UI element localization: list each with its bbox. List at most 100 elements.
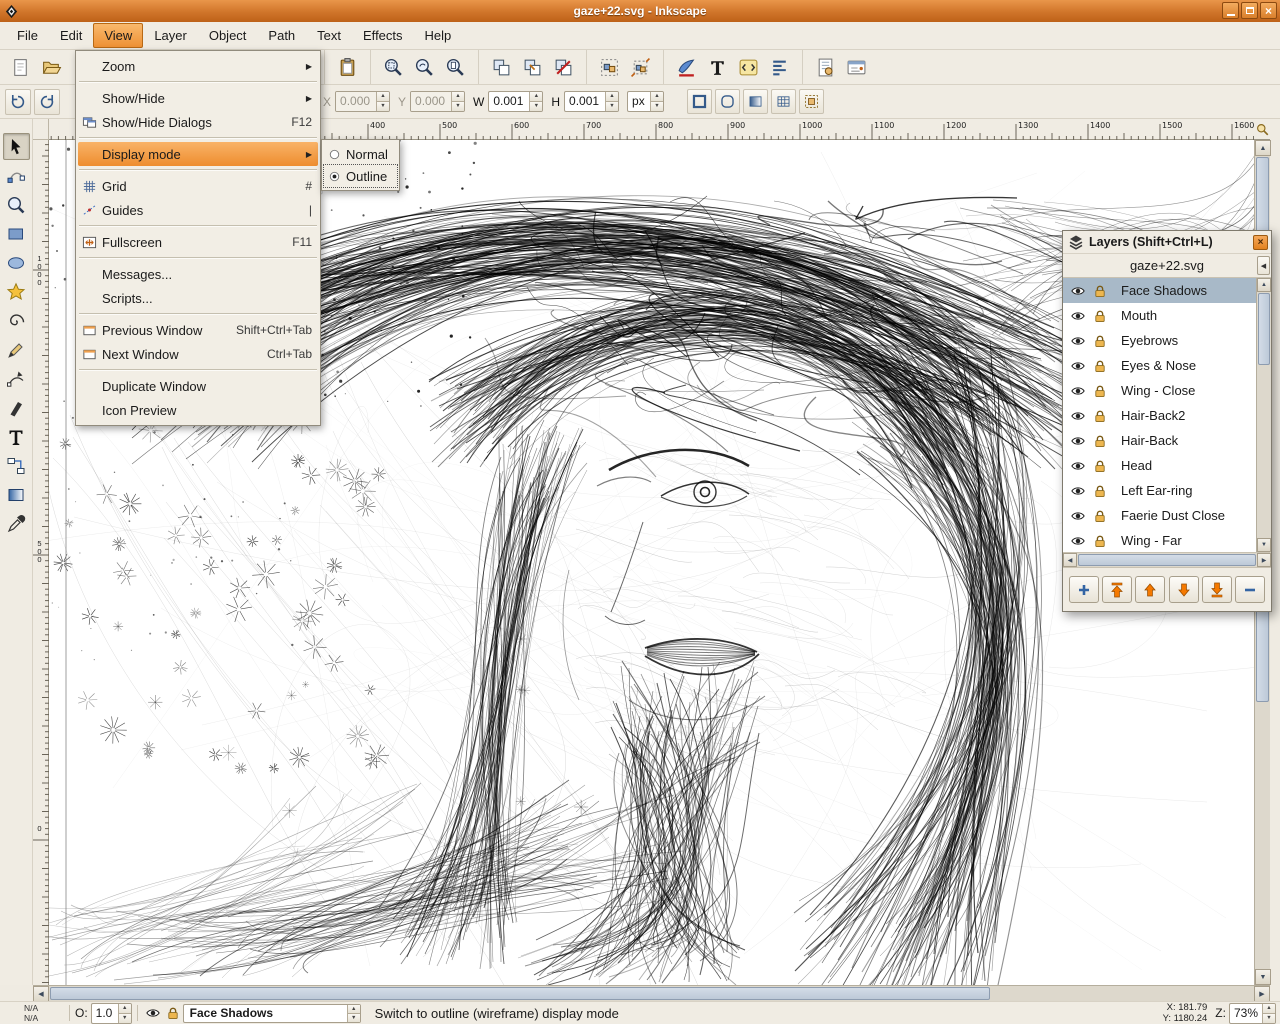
layer-selector[interactable]: Face Shadows ▲▼: [183, 1004, 361, 1023]
menubar-item-text[interactable]: Text: [306, 23, 352, 48]
maximize-button[interactable]: [1241, 2, 1258, 19]
layers-document-selector[interactable]: gaze+22.svg ◀: [1063, 254, 1271, 278]
menu-item-grid[interactable]: Grid#: [78, 174, 318, 198]
zoom-input[interactable]: 73%▲▼: [1229, 1003, 1276, 1024]
tool-spiral[interactable]: [3, 307, 30, 334]
menubar-item-path[interactable]: Path: [257, 23, 306, 48]
scroll-left-icon[interactable]: ◀: [33, 986, 49, 1002]
delete-layer-button[interactable]: [1235, 576, 1265, 603]
tool-text[interactable]: [3, 423, 30, 450]
toolbar-text-dialog-button[interactable]: [703, 53, 732, 82]
layer-lock-icon[interactable]: [1089, 484, 1111, 498]
menubar-item-layer[interactable]: Layer: [143, 23, 198, 48]
menu-item-icon-preview[interactable]: Icon Preview: [78, 398, 318, 422]
layer-lock-icon[interactable]: [1089, 509, 1111, 523]
layer-row-hair-back[interactable]: Hair-Back: [1063, 428, 1256, 453]
layer-row-eyebrows[interactable]: Eyebrows: [1063, 328, 1256, 353]
tool-node-editor[interactable]: [3, 162, 30, 189]
layer-row-wing-far[interactable]: Wing - Far: [1063, 528, 1256, 553]
menu-item-show-hide-dialogs[interactable]: Show/Hide DialogsF12: [78, 110, 318, 134]
layers-scroll-up-icon[interactable]: ▲: [1257, 278, 1271, 292]
menu-item-messages[interactable]: Messages...: [78, 262, 318, 286]
toolbar-zoom-selection-button[interactable]: [379, 53, 408, 82]
menubar-item-effects[interactable]: Effects: [352, 23, 414, 48]
menu-item-scripts[interactable]: Scripts...: [78, 286, 318, 310]
x-spinner-buttons[interactable]: ▲▼: [376, 92, 389, 111]
toolbar-xml-editor-button[interactable]: [734, 53, 763, 82]
layer-visibility-eye-icon[interactable]: [1067, 509, 1089, 523]
y-input[interactable]: 0.000▲▼: [410, 91, 465, 112]
close-button[interactable]: ×: [1260, 2, 1277, 19]
layer-row-hair-back2[interactable]: Hair-Back2: [1063, 403, 1256, 428]
tool-gradient[interactable]: [3, 481, 30, 508]
menu-item-next-window[interactable]: Next WindowCtrl+Tab: [78, 342, 318, 366]
layer-visibility-eye-icon[interactable]: [1067, 384, 1089, 398]
tool-connector[interactable]: [3, 452, 30, 479]
layer-lock-icon[interactable]: [1089, 384, 1111, 398]
toolbar-inkscape-preferences-button[interactable]: [842, 53, 871, 82]
affect-stroke-toggle[interactable]: [687, 89, 712, 114]
layer-row-mouth[interactable]: Mouth: [1063, 303, 1256, 328]
layer-visibility-eye-icon[interactable]: [1067, 434, 1089, 448]
tool-ellipse[interactable]: [3, 249, 30, 276]
tool-star[interactable]: [3, 278, 30, 305]
layers-scroll-down-icon[interactable]: ▼: [1257, 538, 1271, 552]
tool-rectangle[interactable]: [3, 220, 30, 247]
height-input[interactable]: 0.001▲▼: [564, 91, 619, 112]
x-input[interactable]: 0.000▲▼: [335, 91, 390, 112]
toolbar-align-dialog-button[interactable]: [765, 53, 794, 82]
opacity-spinner-buttons[interactable]: ▲▼: [118, 1004, 131, 1023]
rotate-cw-button[interactable]: [34, 89, 60, 115]
height-spinner-buttons[interactable]: ▲▼: [605, 92, 618, 111]
dock-collapse-icon[interactable]: ◀: [1257, 256, 1270, 275]
toolbar-group-button[interactable]: [595, 53, 624, 82]
menu-item-duplicate-window[interactable]: Duplicate Window: [78, 374, 318, 398]
lower-layer-to-bottom-button[interactable]: [1202, 576, 1232, 603]
layers-scroll-left-icon[interactable]: ◀: [1063, 553, 1077, 567]
width-spinner-buttons[interactable]: ▲▼: [529, 92, 542, 111]
toolbar-document-properties-button[interactable]: [811, 53, 840, 82]
layers-list-hscrollbar[interactable]: ◀ ▶: [1063, 553, 1271, 568]
layer-visibility-eye-icon[interactable]: [1067, 359, 1089, 373]
layer-visibility-eye-icon[interactable]: [1067, 309, 1089, 323]
affect-corners-toggle[interactable]: [715, 89, 740, 114]
menubar-item-object[interactable]: Object: [198, 23, 258, 48]
layer-lock-icon[interactable]: [1089, 434, 1111, 448]
layer-visibility-eye-icon[interactable]: [1067, 334, 1089, 348]
toolbar-zoom-page-button[interactable]: [441, 53, 470, 82]
dialog-close-button[interactable]: ×: [1253, 235, 1268, 250]
toolbar-zoom-drawing-button[interactable]: [410, 53, 439, 82]
vertical-ruler[interactable]: 10005000: [33, 140, 49, 985]
scroll-right-icon[interactable]: ▶: [1254, 986, 1270, 1002]
menubar-item-help[interactable]: Help: [414, 23, 463, 48]
fill-indicator[interactable]: N/A: [24, 1003, 64, 1013]
layer-visibility-eye-icon[interactable]: [1067, 484, 1089, 498]
toolbar-duplicate-button[interactable]: [487, 53, 516, 82]
menubar-item-edit[interactable]: Edit: [49, 23, 93, 48]
menu-item-previous-window[interactable]: Previous WindowShift+Ctrl+Tab: [78, 318, 318, 342]
affect-patterns-toggle[interactable]: [771, 89, 796, 114]
menu-item-fullscreen[interactable]: FullscreenF11: [78, 230, 318, 254]
layer-row-eyes-nose[interactable]: Eyes & Nose: [1063, 353, 1256, 378]
unit-selector[interactable]: px▲▼: [627, 91, 664, 112]
layer-row-left-ear-ring[interactable]: Left Ear-ring: [1063, 478, 1256, 503]
layer-lock-icon[interactable]: [1089, 534, 1111, 548]
layer-row-wing-close[interactable]: Wing - Close: [1063, 378, 1256, 403]
toolbar-new-document-button[interactable]: [6, 53, 35, 82]
unit-spinner-buttons[interactable]: ▲▼: [650, 92, 663, 111]
tool-dropper[interactable]: [3, 510, 30, 537]
layers-scroll-right-icon[interactable]: ▶: [1257, 553, 1271, 567]
zoom-spinner-buttons[interactable]: ▲▼: [1262, 1004, 1275, 1023]
layer-row-head[interactable]: Head: [1063, 453, 1256, 478]
tool-pen[interactable]: [3, 365, 30, 392]
layer-visibility-toggle[interactable]: [143, 1004, 163, 1022]
scroll-down-icon[interactable]: ▼: [1255, 969, 1271, 985]
width-input[interactable]: 0.001▲▼: [488, 91, 543, 112]
layer-visibility-eye-icon[interactable]: [1067, 284, 1089, 298]
menu-item-guides[interactable]: Guides|: [78, 198, 318, 222]
minimize-button[interactable]: [1222, 2, 1239, 19]
menubar-item-view[interactable]: View: [93, 23, 143, 48]
layer-lock-icon[interactable]: [1089, 459, 1111, 473]
tool-zoom[interactable]: [3, 191, 30, 218]
toolbar-create-clone-button[interactable]: [518, 53, 547, 82]
